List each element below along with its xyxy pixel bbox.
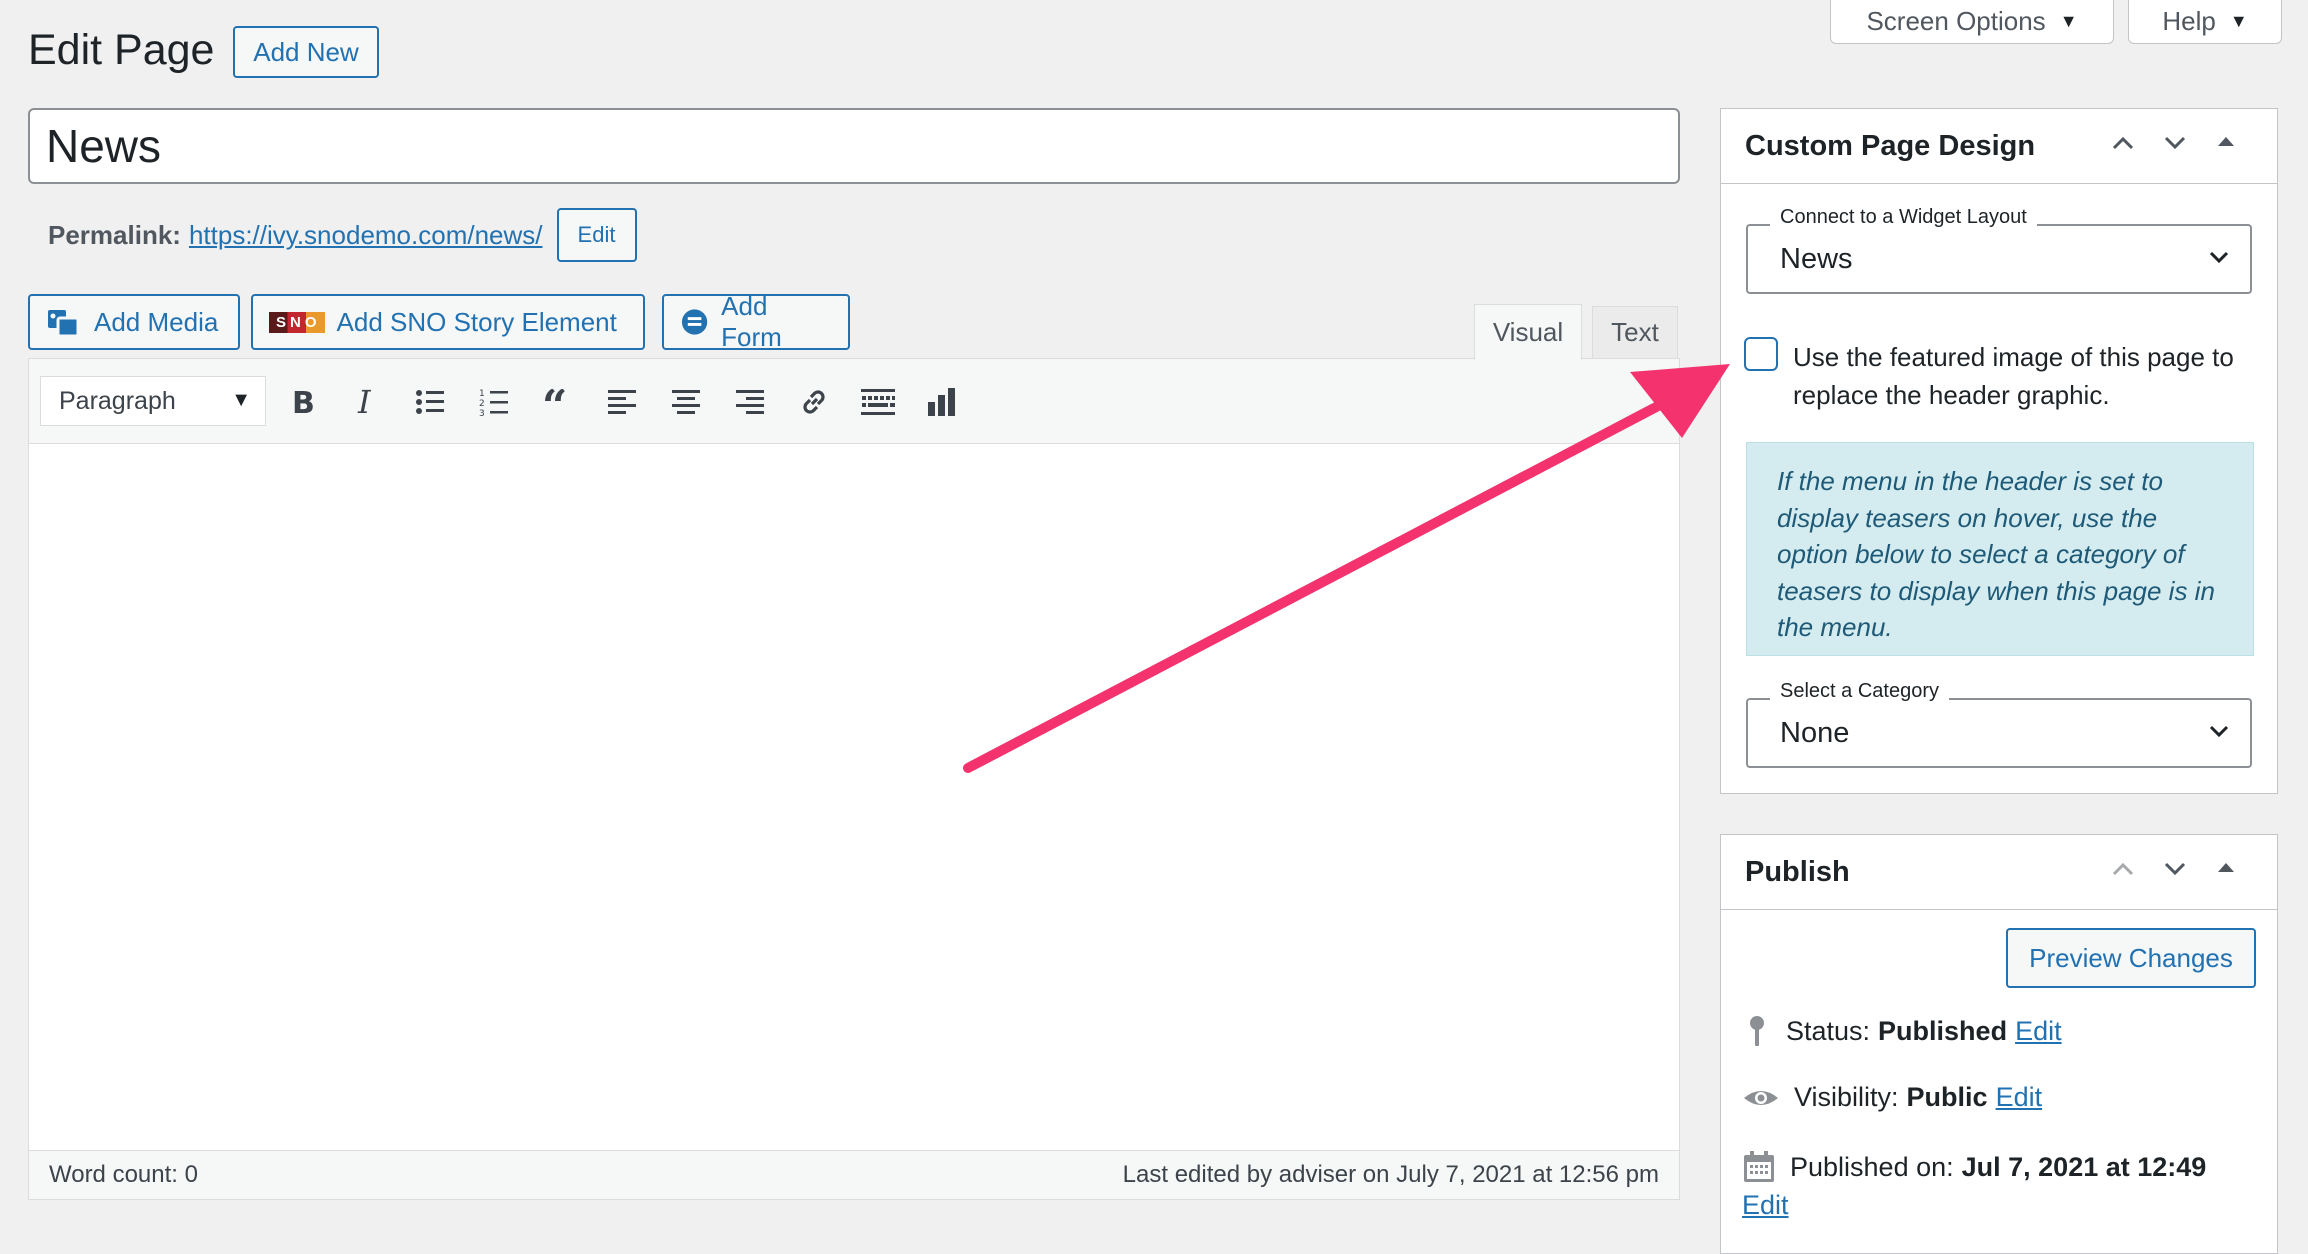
- annotation-arrow: [963, 364, 1730, 773]
